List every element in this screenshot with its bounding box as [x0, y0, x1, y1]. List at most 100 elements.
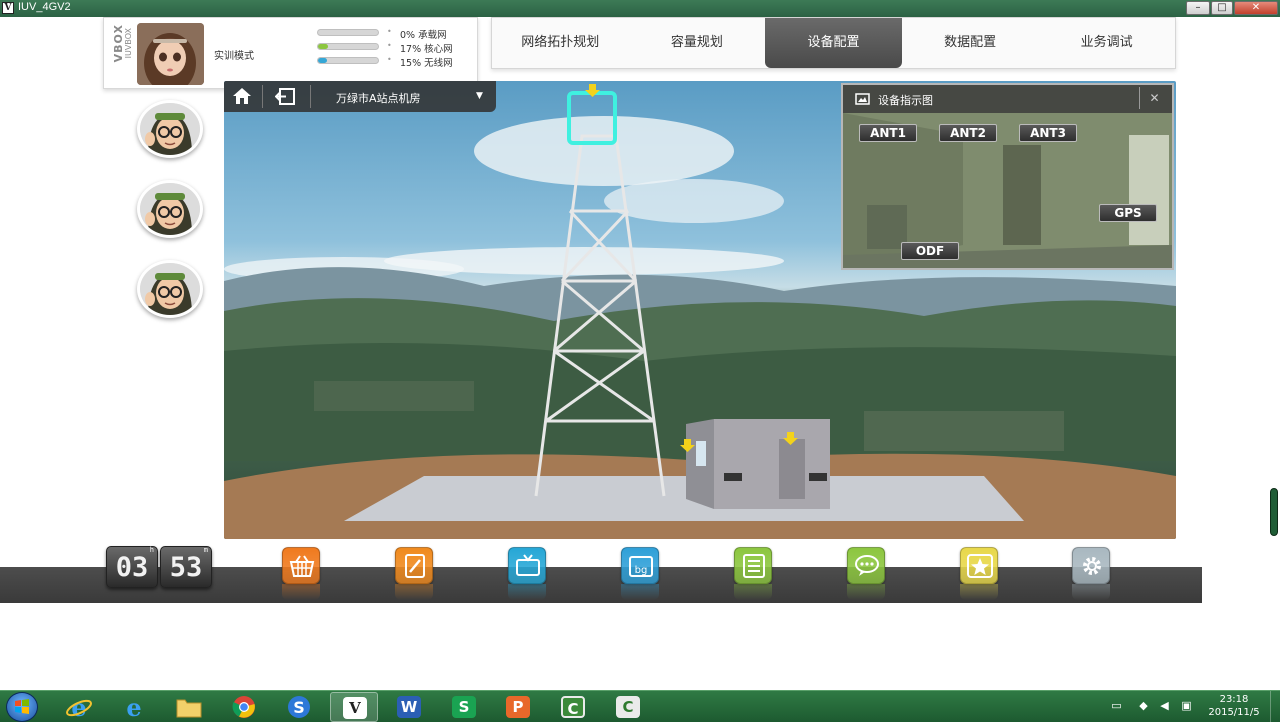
- progress-bearer-net: • 0% 承载网: [317, 27, 477, 41]
- settings-button[interactable]: [1072, 547, 1110, 584]
- mode-label: 实训模式: [214, 51, 254, 62]
- chat-button[interactable]: [847, 547, 885, 584]
- vbox-icon: V: [343, 697, 367, 719]
- port-ant3-button[interactable]: ANT3: [1019, 124, 1077, 142]
- keyboard-icon[interactable]: ▭: [1110, 700, 1123, 712]
- progress-bullet: •: [387, 27, 392, 36]
- vbox-logo: VBOX IUVBOX: [110, 24, 136, 86]
- close-icon[interactable]: ✕: [1139, 87, 1169, 109]
- reflection: [960, 584, 998, 600]
- word-icon: W: [397, 696, 421, 718]
- taskbar-camtasia[interactable]: C: [549, 692, 597, 722]
- chrome-icon: [232, 696, 255, 718]
- location-select[interactable]: 万绿市A站点机房: [336, 90, 421, 106]
- tab-service-debug[interactable]: 业务调试: [1038, 18, 1175, 68]
- tv-button[interactable]: [508, 547, 546, 584]
- image-icon: [855, 93, 870, 105]
- camtasia-icon: C: [561, 696, 585, 718]
- progress-track: [317, 57, 379, 64]
- taskbar-word[interactable]: W: [385, 692, 433, 722]
- back-icon[interactable]: [275, 88, 295, 105]
- star-icon: [967, 554, 993, 578]
- chevron-down-icon[interactable]: ▼: [476, 91, 483, 101]
- close-button[interactable]: ✕: [1234, 1, 1278, 15]
- folder-icon: [176, 699, 202, 718]
- svg-text:e: e: [126, 694, 141, 720]
- separator: [262, 85, 263, 108]
- security-icon[interactable]: ◆: [1137, 700, 1150, 712]
- gear-icon: [1083, 557, 1101, 575]
- port-gps-button[interactable]: GPS: [1099, 204, 1157, 222]
- minimize-button[interactable]: –: [1186, 1, 1210, 15]
- tab-data-config[interactable]: 数据配置: [902, 18, 1039, 68]
- app-icon: V: [2, 2, 14, 14]
- taskbar-sogou[interactable]: S: [275, 692, 323, 722]
- diagram-header: 设备指示图 ✕: [843, 85, 1172, 113]
- side-scroll-indicator[interactable]: [1270, 488, 1278, 536]
- start-button[interactable]: [6, 692, 38, 722]
- taskbar-camtasia-recorder[interactable]: C: [604, 692, 652, 722]
- progress-bullet: •: [387, 55, 392, 64]
- ie-icon: e: [66, 694, 92, 720]
- volume-icon[interactable]: ◀: [1158, 700, 1171, 712]
- clock-time: 23:18: [1219, 694, 1249, 705]
- tab-device-config[interactable]: 设备配置: [765, 18, 902, 68]
- network-icon[interactable]: ▣: [1180, 700, 1193, 712]
- shop-button[interactable]: [282, 547, 320, 584]
- separator: [310, 85, 311, 108]
- window-titlebar: V IUV_4GV2 – □ ✕: [0, 0, 1280, 17]
- taskbar-explorer[interactable]: [165, 692, 213, 722]
- taskbar-wps-sheet[interactable]: S: [440, 692, 488, 722]
- taskbar-ie[interactable]: e: [55, 692, 103, 722]
- main-nav: 网络拓扑规划 容量规划 设备配置 数据配置 业务调试: [491, 17, 1176, 69]
- site-scene: 万绿市A站点机房 ▼ 设备指示图 ✕ ANT1 ANT2 ANT3 GPS OD…: [224, 81, 1176, 539]
- show-desktop-button[interactable]: [1270, 691, 1280, 723]
- teammate-avatar[interactable]: [137, 100, 203, 158]
- teammate-avatar[interactable]: [137, 180, 203, 238]
- tab-capacity-planning[interactable]: 容量规划: [629, 18, 766, 68]
- progress-label: 17% 核心网: [400, 44, 453, 55]
- port-ant1-button[interactable]: ANT1: [859, 124, 917, 142]
- background-button[interactable]: bg: [621, 547, 659, 584]
- reflection: [1072, 584, 1110, 600]
- progress-fill: [318, 44, 329, 49]
- timer-hours-value: 03: [115, 552, 149, 583]
- timer-hours: 03 h: [106, 546, 158, 588]
- port-ant2-button[interactable]: ANT2: [939, 124, 997, 142]
- taskbar-wps-present[interactable]: P: [494, 692, 542, 722]
- equipment-room[interactable]: [686, 419, 830, 509]
- camtasia-recorder-icon: C: [616, 696, 640, 718]
- windows-logo-icon: [15, 699, 29, 714]
- maximize-button[interactable]: □: [1211, 1, 1233, 15]
- port-odf-button[interactable]: ODF: [901, 242, 959, 260]
- taskbar-chrome[interactable]: [220, 692, 268, 722]
- tab-network-topology[interactable]: 网络拓扑规划: [492, 18, 629, 68]
- system-clock[interactable]: 23:18 2015/11/5: [1206, 693, 1262, 719]
- timer-hours-unit: h: [149, 546, 154, 554]
- diagram-title: 设备指示图: [878, 94, 933, 107]
- user-avatar[interactable]: [137, 23, 204, 85]
- calendar-bg-icon: bg: [629, 556, 653, 577]
- list-button[interactable]: [734, 547, 772, 584]
- bg-label: bg: [635, 565, 648, 576]
- reflection: [282, 584, 320, 600]
- home-icon[interactable]: [232, 87, 252, 105]
- progress-wireless-net: • 15% 无线网: [317, 55, 477, 69]
- favorite-button[interactable]: [960, 547, 998, 584]
- list-icon: [743, 554, 765, 578]
- taskbar-vbox[interactable]: V: [330, 692, 378, 722]
- reflection: [621, 584, 659, 600]
- basket-icon: [289, 555, 315, 577]
- timer-minutes: 53 m: [160, 546, 212, 588]
- timer-minutes-value: 53: [169, 552, 203, 583]
- notes-button[interactable]: [395, 547, 433, 584]
- teammate-avatar[interactable]: [137, 260, 203, 318]
- progress-track: [317, 43, 379, 50]
- progress-bullet: •: [387, 41, 392, 50]
- progress-label: 15% 无线网: [400, 58, 453, 69]
- svg-text:e: e: [71, 694, 86, 720]
- wps-present-icon: P: [506, 696, 530, 718]
- windows-taskbar: e e S V W S P C C ▭ ◆ ◀ ▣ 23:18 2015/11/…: [0, 690, 1280, 723]
- ie-icon: e: [126, 694, 141, 720]
- taskbar-ie-2[interactable]: e: [110, 692, 158, 722]
